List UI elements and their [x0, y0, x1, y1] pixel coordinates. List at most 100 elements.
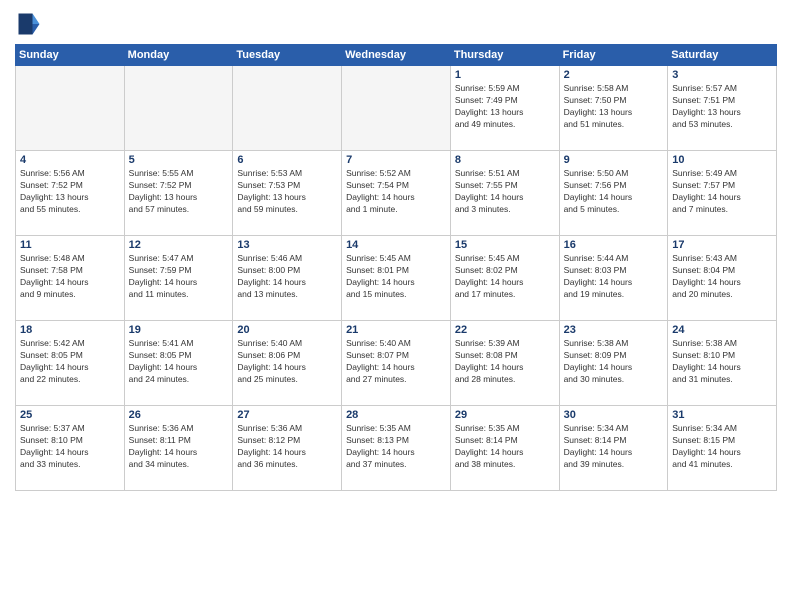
day-cell — [233, 66, 342, 151]
logo-icon — [15, 10, 43, 38]
day-info: Sunrise: 5:37 AM Sunset: 8:10 PM Dayligh… — [20, 423, 120, 471]
day-number: 28 — [346, 409, 446, 421]
day-cell: 19 Sunrise: 5:41 AM Sunset: 8:05 PM Dayli… — [124, 321, 233, 406]
day-info: Sunrise: 5:43 AM Sunset: 8:04 PM Dayligh… — [672, 253, 772, 301]
day-cell — [16, 66, 125, 151]
day-info: Sunrise: 5:45 AM Sunset: 8:02 PM Dayligh… — [455, 253, 555, 301]
day-cell: 24 Sunrise: 5:38 AM Sunset: 8:10 PM Dayli… — [668, 321, 777, 406]
day-number: 26 — [129, 409, 229, 421]
day-cell: 13 Sunrise: 5:46 AM Sunset: 8:00 PM Dayli… — [233, 236, 342, 321]
day-cell: 10 Sunrise: 5:49 AM Sunset: 7:57 PM Dayli… — [668, 151, 777, 236]
day-cell: 11Sunrise: 5:48 AM Sunset: 7:58 PM Dayli… — [16, 236, 125, 321]
day-info: Sunrise: 5:36 AM Sunset: 8:11 PM Dayligh… — [129, 423, 229, 471]
day-number: 4 — [20, 154, 120, 166]
day-number: 5 — [129, 154, 229, 166]
col-friday: Friday — [559, 45, 668, 66]
day-info: Sunrise: 5:53 AM Sunset: 7:53 PM Dayligh… — [237, 168, 337, 216]
col-tuesday: Tuesday — [233, 45, 342, 66]
day-info: Sunrise: 5:55 AM Sunset: 7:52 PM Dayligh… — [129, 168, 229, 216]
day-number: 2 — [564, 69, 664, 81]
day-info: Sunrise: 5:46 AM Sunset: 8:00 PM Dayligh… — [237, 253, 337, 301]
day-info: Sunrise: 5:52 AM Sunset: 7:54 PM Dayligh… — [346, 168, 446, 216]
day-number: 29 — [455, 409, 555, 421]
day-cell: 26 Sunrise: 5:36 AM Sunset: 8:11 PM Dayli… — [124, 406, 233, 491]
day-cell: 27 Sunrise: 5:36 AM Sunset: 8:12 PM Dayli… — [233, 406, 342, 491]
day-cell: 4 Sunrise: 5:56 AM Sunset: 7:52 PM Daylig… — [16, 151, 125, 236]
day-info: Sunrise: 5:50 AM Sunset: 7:56 PM Dayligh… — [564, 168, 664, 216]
day-info: Sunrise: 5:35 AM Sunset: 8:13 PM Dayligh… — [346, 423, 446, 471]
day-info: Sunrise: 5:34 AM Sunset: 8:15 PM Dayligh… — [672, 423, 772, 471]
day-info: Sunrise: 5:40 AM Sunset: 8:07 PM Dayligh… — [346, 338, 446, 386]
calendar: Sunday Monday Tuesday Wednesday Thursday… — [15, 44, 777, 491]
day-cell: 7 Sunrise: 5:52 AM Sunset: 7:54 PM Daylig… — [342, 151, 451, 236]
day-cell: 20 Sunrise: 5:40 AM Sunset: 8:06 PM Dayli… — [233, 321, 342, 406]
day-info: Sunrise: 5:35 AM Sunset: 8:14 PM Dayligh… — [455, 423, 555, 471]
day-number: 13 — [237, 239, 337, 251]
col-sunday: Sunday — [16, 45, 125, 66]
day-cell: 5 Sunrise: 5:55 AM Sunset: 7:52 PM Daylig… — [124, 151, 233, 236]
day-cell: 1 Sunrise: 5:59 AM Sunset: 7:49 PM Daylig… — [450, 66, 559, 151]
col-monday: Monday — [124, 45, 233, 66]
day-cell: 17Sunrise: 5:43 AM Sunset: 8:04 PM Dayli… — [668, 236, 777, 321]
day-cell: 14Sunrise: 5:45 AM Sunset: 8:01 PM Dayli… — [342, 236, 451, 321]
day-number: 22 — [455, 324, 555, 336]
day-info: Sunrise: 5:59 AM Sunset: 7:49 PM Dayligh… — [455, 83, 555, 131]
day-number: 10 — [672, 154, 772, 166]
week-row-2: 4 Sunrise: 5:56 AM Sunset: 7:52 PM Daylig… — [16, 151, 777, 236]
day-info: Sunrise: 5:56 AM Sunset: 7:52 PM Dayligh… — [20, 168, 120, 216]
day-number: 21 — [346, 324, 446, 336]
day-info: Sunrise: 5:39 AM Sunset: 8:08 PM Dayligh… — [455, 338, 555, 386]
day-number: 27 — [237, 409, 337, 421]
day-info: Sunrise: 5:38 AM Sunset: 8:10 PM Dayligh… — [672, 338, 772, 386]
day-cell: 18 Sunrise: 5:42 AM Sunset: 8:05 PM Dayli… — [16, 321, 125, 406]
day-info: Sunrise: 5:42 AM Sunset: 8:05 PM Dayligh… — [20, 338, 120, 386]
day-cell: 28 Sunrise: 5:35 AM Sunset: 8:13 PM Dayli… — [342, 406, 451, 491]
day-info: Sunrise: 5:36 AM Sunset: 8:12 PM Dayligh… — [237, 423, 337, 471]
day-cell: 9 Sunrise: 5:50 AM Sunset: 7:56 PM Daylig… — [559, 151, 668, 236]
day-number: 23 — [564, 324, 664, 336]
day-number: 24 — [672, 324, 772, 336]
day-cell: 3Sunrise: 5:57 AM Sunset: 7:51 PM Daylig… — [668, 66, 777, 151]
day-info: Sunrise: 5:47 AM Sunset: 7:59 PM Dayligh… — [129, 253, 229, 301]
day-cell: 15 Sunrise: 5:45 AM Sunset: 8:02 PM Dayli… — [450, 236, 559, 321]
day-cell: 6Sunrise: 5:53 AM Sunset: 7:53 PM Daylig… — [233, 151, 342, 236]
header-row: Sunday Monday Tuesday Wednesday Thursday… — [16, 45, 777, 66]
day-info: Sunrise: 5:45 AM Sunset: 8:01 PM Dayligh… — [346, 253, 446, 301]
day-info: Sunrise: 5:41 AM Sunset: 8:05 PM Dayligh… — [129, 338, 229, 386]
day-info: Sunrise: 5:38 AM Sunset: 8:09 PM Dayligh… — [564, 338, 664, 386]
day-number: 25 — [20, 409, 120, 421]
day-number: 12 — [129, 239, 229, 251]
logo — [15, 10, 47, 38]
day-number: 31 — [672, 409, 772, 421]
day-number: 11 — [20, 239, 120, 251]
day-info: Sunrise: 5:49 AM Sunset: 7:57 PM Dayligh… — [672, 168, 772, 216]
day-cell: 8 Sunrise: 5:51 AM Sunset: 7:55 PM Daylig… — [450, 151, 559, 236]
col-wednesday: Wednesday — [342, 45, 451, 66]
day-number: 30 — [564, 409, 664, 421]
col-saturday: Saturday — [668, 45, 777, 66]
week-row-1: 1 Sunrise: 5:59 AM Sunset: 7:49 PM Daylig… — [16, 66, 777, 151]
day-cell: 21 Sunrise: 5:40 AM Sunset: 8:07 PM Dayli… — [342, 321, 451, 406]
day-info: Sunrise: 5:57 AM Sunset: 7:51 PM Dayligh… — [672, 83, 772, 131]
day-cell: 29 Sunrise: 5:35 AM Sunset: 8:14 PM Dayli… — [450, 406, 559, 491]
day-number: 1 — [455, 69, 555, 81]
day-info: Sunrise: 5:44 AM Sunset: 8:03 PM Dayligh… — [564, 253, 664, 301]
day-number: 7 — [346, 154, 446, 166]
day-info: Sunrise: 5:40 AM Sunset: 8:06 PM Dayligh… — [237, 338, 337, 386]
day-number: 8 — [455, 154, 555, 166]
page: Sunday Monday Tuesday Wednesday Thursday… — [0, 0, 792, 612]
day-number: 16 — [564, 239, 664, 251]
day-cell: 12 Sunrise: 5:47 AM Sunset: 7:59 PM Dayli… — [124, 236, 233, 321]
day-cell — [124, 66, 233, 151]
day-info: Sunrise: 5:51 AM Sunset: 7:55 PM Dayligh… — [455, 168, 555, 216]
day-number: 20 — [237, 324, 337, 336]
day-cell: 23 Sunrise: 5:38 AM Sunset: 8:09 PM Dayli… — [559, 321, 668, 406]
day-number: 9 — [564, 154, 664, 166]
day-number: 15 — [455, 239, 555, 251]
day-info: Sunrise: 5:58 AM Sunset: 7:50 PM Dayligh… — [564, 83, 664, 131]
day-cell — [342, 66, 451, 151]
day-number: 18 — [20, 324, 120, 336]
day-number: 19 — [129, 324, 229, 336]
header — [15, 10, 777, 38]
day-cell: 16 Sunrise: 5:44 AM Sunset: 8:03 PM Dayli… — [559, 236, 668, 321]
